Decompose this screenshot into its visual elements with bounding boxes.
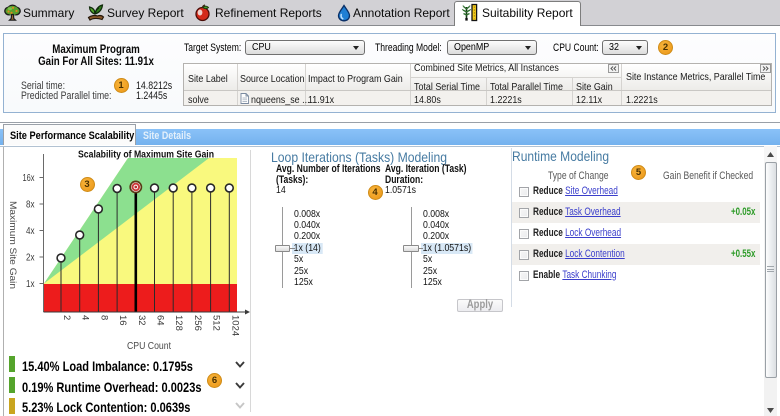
svg-text:4x: 4x	[26, 226, 35, 237]
svg-text:4: 4	[80, 315, 91, 320]
svg-text:16x: 16x	[23, 173, 35, 184]
svg-text:128: 128	[173, 315, 184, 331]
svg-text:8: 8	[98, 315, 109, 320]
svg-text:8x: 8x	[26, 200, 35, 211]
svg-text:CPU Count: CPU Count	[127, 341, 171, 352]
svg-text:2x: 2x	[26, 253, 35, 264]
svg-text:Scalability of Maximum Site Ga: Scalability of Maximum Site Gain	[78, 149, 214, 161]
svg-text:1024: 1024	[229, 315, 240, 336]
svg-text:16: 16	[117, 315, 128, 326]
svg-text:2: 2	[61, 315, 72, 320]
svg-text:64: 64	[155, 315, 166, 326]
svg-text:256: 256	[192, 315, 203, 331]
svg-text:512: 512	[211, 315, 222, 331]
svg-text:1x: 1x	[26, 279, 35, 290]
svg-text:Maximum Site Gain: Maximum Site Gain	[7, 201, 18, 289]
svg-text:32: 32	[136, 315, 147, 326]
